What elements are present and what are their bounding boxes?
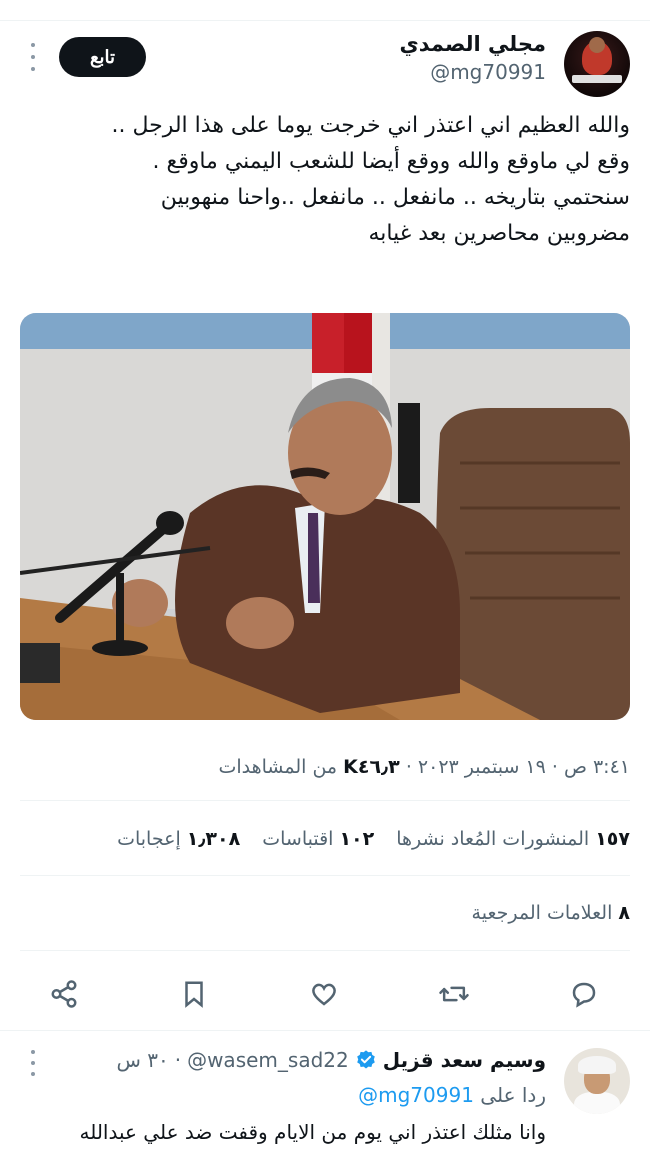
replying-to: ردا على @mg70991 [358, 1083, 546, 1107]
avatar-caption [572, 75, 622, 83]
tweet-text-line: مضروبين محاصرين بعد غيابه [368, 221, 630, 246]
quotes-label: اقتباسات [262, 828, 334, 850]
reply-icon[interactable] [566, 976, 602, 1012]
reply-time[interactable]: ٣٠ س [116, 1048, 168, 1072]
tweet-text-line: سنحتمي بتاريخه .. مانفعل .. مانفعل ..واح… [160, 185, 630, 210]
quotes-stat[interactable]: ١٠٢اقتباسات [262, 828, 374, 850]
follow-button[interactable]: تابع [59, 37, 146, 77]
author-handle[interactable]: @mg70991 [400, 60, 546, 84]
tweet-stats: ١٥٧المنشورات المُعاد نشرها ١٠٢اقتباسات ١… [117, 828, 630, 850]
section-divider [0, 1030, 650, 1031]
bookmarks-stat[interactable]: ٨العلامات المرجعية [472, 902, 630, 924]
reposts-count: ١٥٧ [595, 828, 630, 850]
likes-label: إعجابات [117, 828, 181, 850]
avatar-head [589, 37, 605, 53]
bookmarks-label: العلامات المرجعية [471, 902, 613, 924]
reply-avatar-body [574, 1092, 620, 1114]
bookmarks-count: ٨ [618, 902, 630, 924]
more-options-icon[interactable] [28, 43, 38, 71]
tweet-text-line: وقع لي ماوقع والله ووقع أيضا للشعب اليمن… [152, 149, 630, 174]
photo-illustration [20, 313, 630, 720]
bookmark-icon[interactable] [176, 976, 212, 1012]
quotes-count: ١٠٢ [339, 828, 375, 850]
top-divider [0, 20, 650, 21]
share-icon[interactable] [46, 976, 82, 1012]
divider [20, 800, 630, 801]
reply-separator: · [174, 1048, 182, 1072]
reply-author-handle[interactable]: @wasem_sad22 [187, 1048, 349, 1072]
verified-badge-icon [356, 1050, 375, 1069]
author-block: مجلي الصمدي @mg70991 [400, 32, 547, 84]
likes-count: ١٫٣٠٨ [186, 828, 241, 850]
reply-author-avatar[interactable] [564, 1048, 630, 1114]
tweet-text: والله العظيم اني اعتذر اني خرجت يوما على… [30, 108, 630, 252]
tweet-timestamp[interactable]: ٣:٤١ ص · ١٩ سبتمبر ٢٠٢٣ · [406, 756, 630, 778]
like-icon[interactable] [306, 976, 342, 1012]
action-bar [0, 968, 650, 1018]
tweet-photo[interactable] [20, 313, 630, 720]
reply-avatar-headwear [578, 1056, 616, 1074]
replying-to-label: ردا على [480, 1083, 546, 1107]
tweet-text-line: والله العظيم اني اعتذر اني خرجت يوما على… [111, 113, 630, 138]
retweet-icon[interactable] [436, 976, 472, 1012]
views-count: K٤٦٫٣ [343, 756, 400, 778]
reply-author-name[interactable]: وسيم سعد قزيل [383, 1048, 546, 1072]
reposts-stat[interactable]: ١٥٧المنشورات المُعاد نشرها [396, 828, 630, 850]
reposts-label: المنشورات المُعاد نشرها [396, 828, 590, 850]
reply-more-options-icon[interactable] [28, 1050, 38, 1076]
reply-header: وسيم سعد قزيل @wasem_sad22 · ٣٠ س [116, 1048, 546, 1072]
divider [20, 950, 630, 951]
author-name[interactable]: مجلي الصمدي [400, 32, 547, 56]
reply-text: وانا مثلك اعتذر اني يوم من الايام وقفت ض… [79, 1120, 546, 1144]
replying-to-handle[interactable]: @mg70991 [358, 1083, 474, 1107]
views-label: من المشاهدات [218, 756, 338, 778]
author-avatar[interactable] [564, 31, 630, 97]
divider [20, 875, 630, 876]
likes-stat[interactable]: ١٫٣٠٨إعجابات [117, 828, 240, 850]
tweet-meta: ٣:٤١ ص · ١٩ سبتمبر ٢٠٢٣ · K٤٦٫٣ من المشا… [218, 756, 630, 778]
